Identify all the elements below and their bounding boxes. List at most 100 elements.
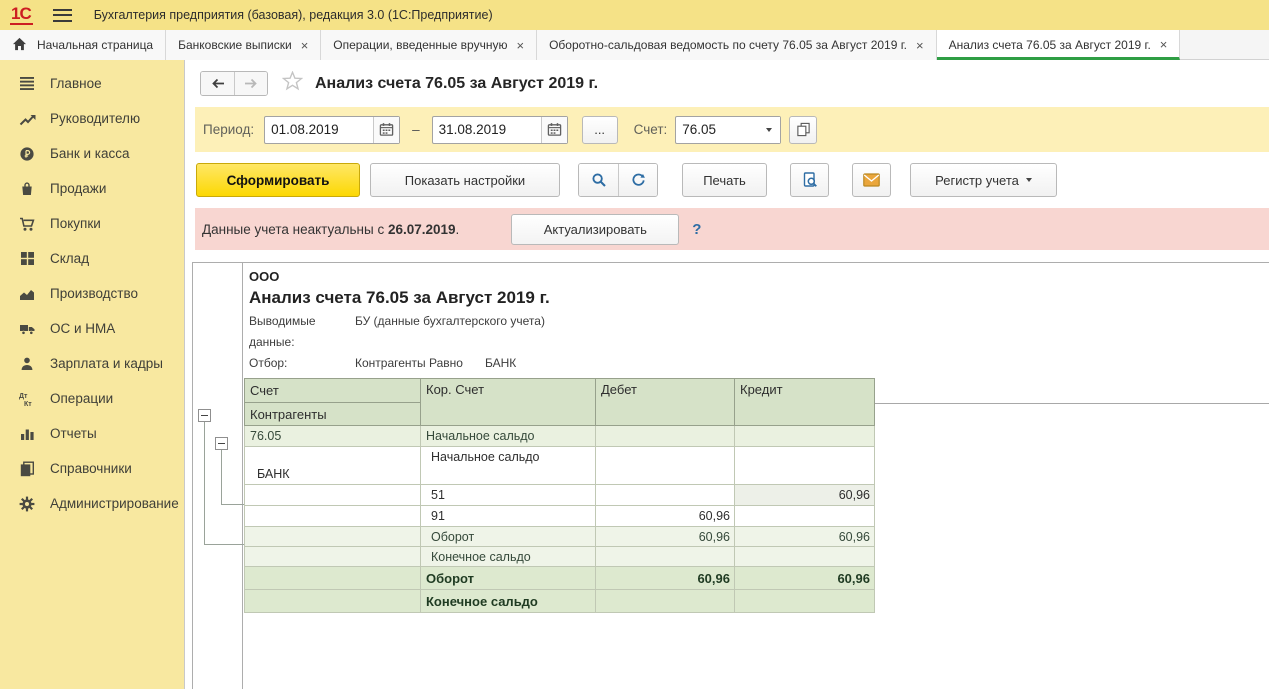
- ruble-circle-icon: [18, 146, 36, 162]
- warning-banner: Данные учета неактуальны с 26.07.2019. А…: [195, 208, 1269, 250]
- chevron-down-icon: [766, 128, 772, 132]
- account-input[interactable]: [676, 122, 758, 137]
- report-meta-displayed-data: Выводимые данные:БУ (данные бухгалтерско…: [244, 311, 1269, 353]
- sidebar-item-directories[interactable]: Справочники: [0, 451, 184, 486]
- tree-line: [221, 504, 244, 505]
- print-preview-button[interactable]: [790, 163, 829, 197]
- sidebar-item-purchases[interactable]: Покупки: [0, 206, 184, 241]
- sidebar-item-fixed-assets[interactable]: ОС и НМА: [0, 311, 184, 346]
- tab-manual-operations[interactable]: Операции, введенные вручную ×: [321, 30, 537, 60]
- window-title: Бухгалтерия предприятия (базовая), редак…: [94, 8, 493, 22]
- find-button[interactable]: [579, 164, 618, 196]
- table-row[interactable]: 76.05 Начальное сальдо: [245, 426, 875, 447]
- favorite-star-icon[interactable]: [282, 71, 303, 96]
- period-label: Период:: [203, 122, 254, 137]
- table-total-row[interactable]: Конечное сальдо: [245, 590, 875, 613]
- svg-text:Дт: Дт: [19, 393, 28, 400]
- account-open-button[interactable]: [789, 116, 817, 144]
- print-button[interactable]: Печать: [682, 163, 767, 197]
- tab-label: Анализ счета 76.05 за Август 2019 г.: [949, 38, 1151, 52]
- main-menu-icon[interactable]: [53, 9, 72, 22]
- tree-line: [204, 544, 244, 545]
- sidebar-item-main[interactable]: Главное: [0, 66, 184, 101]
- close-icon[interactable]: ×: [516, 39, 524, 52]
- account-field: [675, 116, 781, 144]
- books-icon: [18, 461, 36, 477]
- tab-account-analysis[interactable]: Анализ счета 76.05 за Август 2019 г. ×: [937, 30, 1181, 60]
- sidebar-item-payroll-hr[interactable]: Зарплата и кадры: [0, 346, 184, 381]
- table-row[interactable]: БАНК Начальное сальдо: [245, 447, 875, 485]
- account-label: Счет:: [634, 122, 668, 137]
- warning-text: Данные учета неактуальны с 26.07.2019.: [202, 222, 459, 237]
- sidebar-item-reports[interactable]: Отчеты: [0, 416, 184, 451]
- sidebar-item-label: Операции: [50, 391, 113, 406]
- table-header-row: Счет Кор. Счет Дебет Кредит: [245, 379, 875, 403]
- report-toolbar: Сформировать Показать настройки Печать Р…: [185, 152, 1269, 208]
- sidebar-item-label: Справочники: [50, 461, 132, 476]
- sidebar-item-warehouse[interactable]: Склад: [0, 241, 184, 276]
- sidebar-item-label: Зарплата и кадры: [50, 356, 163, 371]
- header-corr-account: Кор. Счет: [421, 379, 596, 426]
- main-content: Анализ счета 76.05 за Август 2019 г. Пер…: [185, 60, 1269, 689]
- cart-icon: [18, 216, 36, 232]
- page-title-row: Анализ счета 76.05 за Август 2019 г.: [185, 60, 1269, 107]
- sidebar-item-operations[interactable]: ДтКт Операции: [0, 381, 184, 416]
- table-total-row[interactable]: Оборот 60,96 60,96: [245, 567, 875, 590]
- open-windows-icon: [796, 122, 811, 137]
- trend-arrow-icon: [18, 111, 36, 127]
- analysis-table[interactable]: Счет Кор. Счет Дебет Кредит Контрагенты …: [244, 378, 875, 613]
- calendar-icon[interactable]: [373, 117, 399, 143]
- tab-label: Банковские выписки: [178, 38, 292, 52]
- period-from-input[interactable]: [265, 122, 373, 137]
- table-row[interactable]: 91 60,96: [245, 506, 875, 527]
- tab-label: Операции, введенные вручную: [333, 38, 507, 52]
- sidebar-item-sales[interactable]: Продажи: [0, 171, 184, 206]
- chevron-down-icon: [1026, 178, 1032, 182]
- sidebar-item-label: Производство: [50, 286, 138, 301]
- close-icon[interactable]: ×: [916, 39, 924, 52]
- close-icon[interactable]: ×: [1160, 38, 1168, 51]
- tab-turnover-balance-sheet[interactable]: Оборотно-сальдовая ведомость по счету 76…: [537, 30, 937, 60]
- show-settings-button[interactable]: Показать настройки: [370, 163, 560, 197]
- person-icon: [18, 356, 36, 372]
- generate-button[interactable]: Сформировать: [196, 163, 360, 197]
- repeat-search-button[interactable]: [618, 164, 657, 196]
- send-email-button[interactable]: [852, 163, 891, 197]
- sidebar-item-label: Склад: [50, 251, 89, 266]
- period-more-button[interactable]: ...: [582, 116, 618, 144]
- calendar-icon[interactable]: [541, 117, 567, 143]
- 1c-logo: 1С: [10, 5, 33, 25]
- help-link[interactable]: ?: [692, 221, 701, 238]
- section-sidebar: Главное Руководителю Банк и касса Продаж…: [0, 60, 185, 689]
- forward-button[interactable]: [234, 72, 267, 95]
- home-icon: [12, 37, 27, 54]
- tab-bank-statements[interactable]: Банковские выписки ×: [166, 30, 321, 60]
- table-row[interactable]: Оборот 60,96 60,96: [245, 527, 875, 547]
- period-panel: Период: – ... Счет:: [195, 107, 1269, 152]
- collapse-group-account-icon[interactable]: [198, 409, 211, 422]
- period-to-input[interactable]: [433, 122, 541, 137]
- back-arrow-icon: [210, 76, 226, 91]
- period-dash: –: [412, 122, 420, 137]
- sidebar-item-manager[interactable]: Руководителю: [0, 101, 184, 136]
- page-title: Анализ счета 76.05 за Август 2019 г.: [315, 75, 598, 93]
- table-row[interactable]: Конечное сальдо: [245, 547, 875, 567]
- close-icon[interactable]: ×: [301, 39, 309, 52]
- account-dropdown-button[interactable]: [758, 117, 780, 143]
- tree-line: [204, 422, 205, 544]
- collapse-group-counterparty-icon[interactable]: [215, 437, 228, 450]
- accounting-register-button[interactable]: Регистр учета: [910, 163, 1057, 197]
- sidebar-item-administration[interactable]: Администрирование: [0, 486, 184, 521]
- tab-bar: Начальная страница Банковские выписки × …: [0, 30, 1269, 60]
- area-chart-icon: [18, 286, 36, 302]
- sidebar-item-label: Администрирование: [50, 496, 179, 511]
- sidebar-item-bank-cash[interactable]: Банк и касса: [0, 136, 184, 171]
- tab-home[interactable]: Начальная страница: [0, 30, 166, 60]
- envelope-icon: [863, 173, 880, 187]
- forward-arrow-icon: [243, 76, 259, 91]
- table-row[interactable]: 51 60,96: [245, 485, 875, 506]
- back-button[interactable]: [201, 72, 234, 95]
- actualize-button[interactable]: Актуализировать: [511, 214, 679, 245]
- sidebar-item-production[interactable]: Производство: [0, 276, 184, 311]
- tab-label: Начальная страница: [37, 38, 153, 52]
